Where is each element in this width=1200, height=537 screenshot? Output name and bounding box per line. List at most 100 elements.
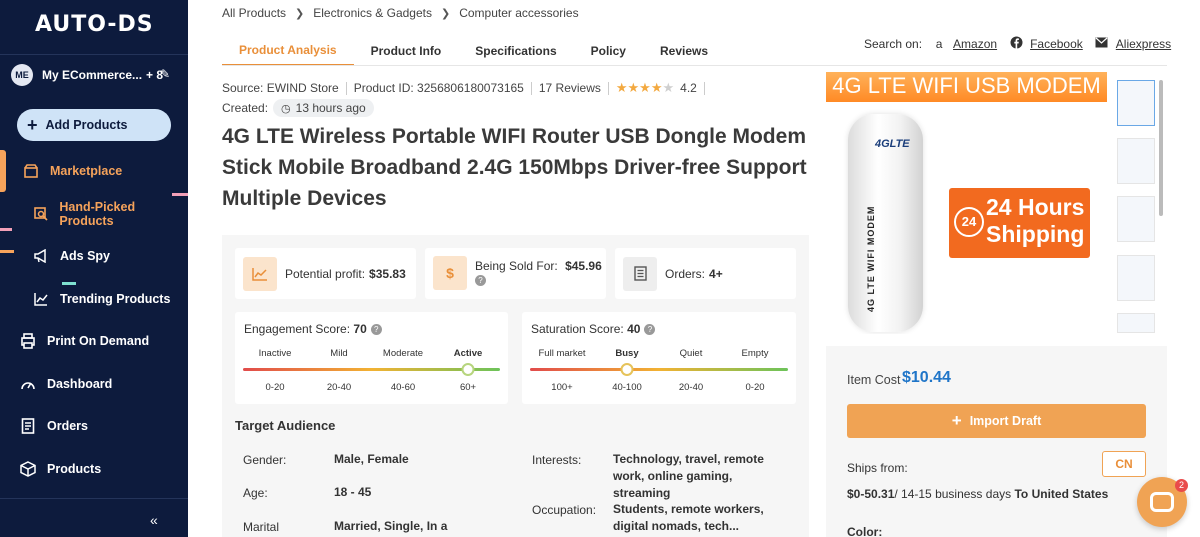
sidebar-item-products[interactable]: Products <box>0 454 188 484</box>
thumbnail[interactable] <box>1117 138 1155 184</box>
rating-value: 4.2 <box>680 81 697 95</box>
age-label: Age: <box>243 486 268 500</box>
saturation-level: Empty <box>741 348 769 359</box>
orders-icon <box>19 417 37 435</box>
marital-label: Marital <box>243 520 280 534</box>
orders-card: Orders: 4+ <box>615 248 796 299</box>
source-store: Source: EWIND Store <box>222 81 339 95</box>
saturation-range: 20-40 <box>678 382 704 393</box>
saturation-level: Full market <box>538 348 586 359</box>
color-label: Color: <box>847 525 883 537</box>
sidebar-item-label: Marketplace <box>50 164 123 178</box>
thumbnail[interactable] <box>1117 255 1155 301</box>
occupation-label: Occupation: <box>532 503 597 517</box>
sidebar-item-ads-spy[interactable]: Ads Spy <box>0 241 188 271</box>
marital-value: Married, Single, In a <box>334 519 448 533</box>
created-label: Created: <box>222 101 269 115</box>
product-id: Product ID: 3256806180073165 <box>353 81 524 95</box>
breadcrumb-item[interactable]: Computer accessories <box>459 6 578 20</box>
add-products-button[interactable]: + Add Products <box>17 109 171 141</box>
search-on-links: Search on: a Amazon Facebook Aliexpress <box>864 36 1183 52</box>
sidebar-item-hand-picked[interactable]: Hand-Picked Products <box>0 199 188 229</box>
saturation-level-active: Busy <box>615 348 639 359</box>
amazon-link[interactable]: Amazon <box>953 37 997 51</box>
divider <box>530 81 532 95</box>
breadcrumb: All Products ❯ Electronics & Gadgets ❯ C… <box>222 6 579 20</box>
saturation-bar <box>530 368 788 371</box>
engagement-value: 70 <box>353 322 367 336</box>
app-logo[interactable]: AUTO-DS <box>35 12 154 37</box>
sidebar-item-marketplace[interactable]: Marketplace <box>0 156 188 186</box>
saturation-range: 40-100 <box>612 382 642 393</box>
chevron-right-icon: ❯ <box>295 7 305 20</box>
sidebar-item-label: Orders <box>47 419 88 433</box>
tab-product-analysis[interactable]: Product Analysis <box>222 36 354 66</box>
facebook-icon <box>1009 36 1023 52</box>
ships-from-country-button[interactable]: CN <box>1102 451 1146 477</box>
saturation-marker <box>620 363 634 376</box>
plus-icon: + <box>27 115 38 135</box>
image-banner-text: 4G LTE WIFI USB MODEM <box>826 72 1107 102</box>
import-draft-label: Import Draft <box>969 414 1042 428</box>
tab-policy[interactable]: Policy <box>591 36 626 66</box>
sold-for-card: $ Being Sold For: $45.96 ? <box>425 248 606 299</box>
engagement-level-active: Active <box>453 348 483 359</box>
help-icon[interactable]: ? <box>370 324 382 335</box>
aliexpress-link[interactable]: Aliexpress <box>1116 37 1171 51</box>
sidebar-item-label: Print On Demand <box>47 334 150 348</box>
sidebar-item-trending[interactable]: Trending Products <box>0 284 188 314</box>
sidebar-item-print-on-demand[interactable]: Print On Demand <box>0 326 188 356</box>
thumbnail[interactable] <box>1117 196 1155 242</box>
target-audience-title: Target Audience <box>235 418 336 433</box>
engagement-range: 40-60 <box>390 382 416 393</box>
thumbnail[interactable] <box>1117 313 1155 333</box>
created-badge: ◷ 13 hours ago <box>273 99 374 117</box>
divider <box>222 65 1167 66</box>
created-row: Created: ◷ 13 hours ago <box>222 98 374 118</box>
sidebar-item-label: Dashboard <box>47 377 113 391</box>
sidebar-item-label: Products <box>47 462 102 476</box>
tab-product-info[interactable]: Product Info <box>371 36 442 66</box>
shipping-circle: 24 <box>954 207 984 237</box>
tab-specifications[interactable]: Specifications <box>475 36 556 66</box>
pencil-icon[interactable]: ✎ <box>160 67 170 81</box>
product-main-image[interactable]: 4G LTE WIFI USB MODEM 4GLTE 4G LTE WIFI … <box>826 72 1107 334</box>
potential-profit-card: Potential profit: $35.83 <box>235 248 416 299</box>
handpicked-icon <box>32 205 49 223</box>
collapse-sidebar-icon[interactable]: « <box>150 512 158 528</box>
facebook-link[interactable]: Facebook <box>1030 37 1083 51</box>
shipping-days: / 14-15 business days <box>894 487 1012 501</box>
help-icon[interactable]: ? <box>475 275 486 286</box>
thumbnail[interactable] <box>1117 80 1155 126</box>
sidebar-item-dashboard[interactable]: Dashboard <box>0 369 188 399</box>
import-draft-button[interactable]: + Import Draft <box>847 404 1146 438</box>
orders-label: Orders: <box>665 266 706 281</box>
avatar: ME <box>11 64 33 86</box>
tab-reviews[interactable]: Reviews <box>660 36 708 66</box>
store-selector[interactable]: ME My ECommerce... + 8 ✎ <box>11 64 176 86</box>
sidebar-item-orders[interactable]: Orders <box>0 411 188 441</box>
sold-value: $45.96 <box>565 259 602 273</box>
created-value: 13 hours ago <box>295 101 366 115</box>
plus-icon: + <box>951 411 962 430</box>
shipping-badge: 24 24 Hours Shipping <box>949 188 1090 258</box>
breadcrumb-item[interactable]: All Products <box>222 6 286 20</box>
divider <box>703 81 705 95</box>
trending-icon <box>32 290 50 308</box>
engagement-level: Moderate <box>382 348 424 359</box>
thumbnail-scrollbar[interactable] <box>1159 80 1163 216</box>
chevron-right-icon: ❯ <box>440 7 451 20</box>
saturation-value: 40 <box>627 322 641 336</box>
review-count[interactable]: 17 Reviews <box>539 81 601 95</box>
engagement-label: Engagement Score: <box>244 322 351 336</box>
notification-badge: 2 <box>1175 479 1188 492</box>
store-name: My ECommerce... <box>42 68 143 82</box>
breadcrumb-item[interactable]: Electronics & Gadgets <box>313 6 432 20</box>
sidebar: AUTO-DS ME My ECommerce... + 8 ✎ + Add P… <box>0 0 188 537</box>
shipping-info: $0-50.31/ 14-15 business days To United … <box>847 487 1108 501</box>
occupation-value: Students, remote workers, digital nomads… <box>613 502 764 533</box>
tab-bar: Product Analysis Product Info Specificat… <box>222 36 708 66</box>
help-icon[interactable]: ? <box>644 324 656 335</box>
dongle-brand: 4GLTE <box>875 138 910 150</box>
gauge-icon <box>19 375 37 393</box>
